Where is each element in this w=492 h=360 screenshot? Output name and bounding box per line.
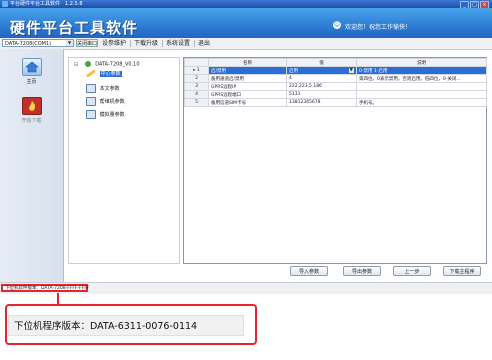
cell-name[interactable]: 启/禁用 [208,66,287,75]
row-number: ▸ 1 [184,66,209,75]
firmware-version-status: 下位机软件版本：DATA-7208-FFFF-FFFF [1,284,90,292]
version-callout-text: 下位机程序版本：DATA-6311-0076-0114 [8,315,244,336]
smile-icon: ☺ [333,21,341,29]
row-number: 2 [184,74,209,83]
cell-value[interactable]: 5131 [286,90,357,99]
previous-step-button[interactable]: 上一步 [393,266,431,276]
welcome-text: 欢迎您！祝您工作愉快！ [345,24,412,31]
left-sidebar: 主页 开始下载 [0,49,64,282]
home-icon[interactable] [22,58,42,76]
grid-header-name[interactable]: 名称 [208,58,287,67]
tree-item-label: 帮维机参数 [99,99,125,105]
sidebar-item-home[interactable]: 主页 [0,78,63,85]
table-row[interactable]: 5 备用信道SIM卡号 13812345678 手机号。 [184,98,487,107]
menu-system-settings[interactable]: 系统设置 [166,39,190,48]
grid-header-value[interactable]: 值 [286,58,357,67]
tree-item-label: 中心参数 [99,71,122,77]
chevron-down-icon[interactable]: ▼ [66,40,73,46]
table-row[interactable]: 3 GPRS远程IP 222.223.5.186 [184,82,487,91]
menu-param-maintenance[interactable]: 设参维护 [102,39,126,48]
cell-name[interactable]: GPRS远程IP [208,82,287,91]
import-params-button[interactable]: 导入参数 [290,266,328,276]
cell-desc: 手机号。 [356,98,487,107]
monitor-icon [86,110,96,119]
row-number: 3 [184,82,209,91]
cell-desc: 0-禁用 1-启用 [356,66,487,75]
fire-download-icon[interactable] [22,97,42,115]
tree-item-text-params[interactable]: 本文参数 [86,84,120,93]
tree-root[interactable]: ⊟ DATA-7208_V0.10 [74,61,140,69]
device-select[interactable]: DATA-7208(COM1) ▼ [2,39,74,47]
grid-header-rownum [184,58,209,67]
row-number: 5 [184,98,209,107]
window-titlebar: 平台硬件平台工具软件 1.2.5.8 _ □ × [0,0,492,9]
menu-exit[interactable]: 退出 [198,39,210,48]
collapse-icon[interactable]: ⊟ [74,62,79,69]
parameter-grid: 名称 值 说明 ▸ 1 启/禁用 启用 ▼ 0-禁用 1-启用 2 备用通道启/禁… [183,57,487,264]
cell-desc [356,82,487,91]
window-title: 平台硬件平台工具软件 1.2.5.8 [10,1,83,7]
cell-value-dropdown[interactable]: 启用 ▼ [286,66,357,75]
cell-value[interactable]: 4 [286,74,357,83]
cell-name[interactable]: 备用信道SIM卡号 [208,98,287,107]
app-icon [2,1,8,7]
parameter-tree [68,57,180,264]
cell-name[interactable]: 备用通道启/禁用 [208,74,287,83]
pencil-icon [86,69,96,78]
menu-separator [162,40,163,47]
app-logo-text: 硬件平台工具软件 [10,19,139,37]
cell-value[interactable]: 222.223.5.186 [286,82,357,91]
cell-desc: 第四位，0表示禁用，否则启用。低四位，0-关闭... [356,74,487,83]
table-row[interactable]: ▸ 1 启/禁用 启用 ▼ 0-禁用 1-启用 [184,66,487,75]
cell-name[interactable]: GPRS远程端口 [208,90,287,99]
menu-separator [194,40,195,47]
menu-download-upgrade[interactable]: 下载升级 [134,39,158,48]
tree-item-label: 模拟量参数 [99,112,125,118]
device-select-value: DATA-7208(COM1) [5,41,52,47]
close-port-button[interactable]: 关闭串口 [76,39,98,47]
cell-desc [356,90,487,99]
tree-item-analog-params[interactable]: 模拟量参数 [86,110,125,119]
table-row[interactable]: 4 GPRS远程端口 5131 [184,90,487,99]
app-banner: 硬件平台工具软件 ☺ 欢迎您！祝您工作愉快！ [0,8,492,38]
menu-bar: DATA-7208(COM1) ▼ 关闭串口 设参维护 下载升级 系统设置 退出 [0,38,492,50]
menu-separator [130,40,131,47]
grid-header-row: 名称 值 说明 [184,58,487,67]
grid-header-desc[interactable]: 说明 [356,58,487,67]
sidebar-item-start-download[interactable]: 开始下载 [0,117,63,124]
chevron-down-icon[interactable]: ▼ [348,67,354,73]
row-number: 4 [184,90,209,99]
monitor-icon [86,84,96,93]
table-row[interactable]: 2 备用通道启/禁用 4 第四位，0表示禁用，否则启用。低四位，0-关闭... [184,74,487,83]
status-dot-icon [84,61,91,67]
tree-item-maintenance-params[interactable]: 帮维机参数 [86,97,125,106]
download-main-program-button[interactable]: 下载主程序 [443,266,481,276]
monitor-icon [86,97,96,106]
tree-item-label: 本文参数 [99,86,120,92]
cell-value[interactable]: 13812345678 [286,98,357,107]
tree-root-label: DATA-7208_V0.10 [95,61,140,68]
export-params-button[interactable]: 导出参数 [343,266,381,276]
tree-item-center-params[interactable]: 中心参数 [86,69,122,78]
